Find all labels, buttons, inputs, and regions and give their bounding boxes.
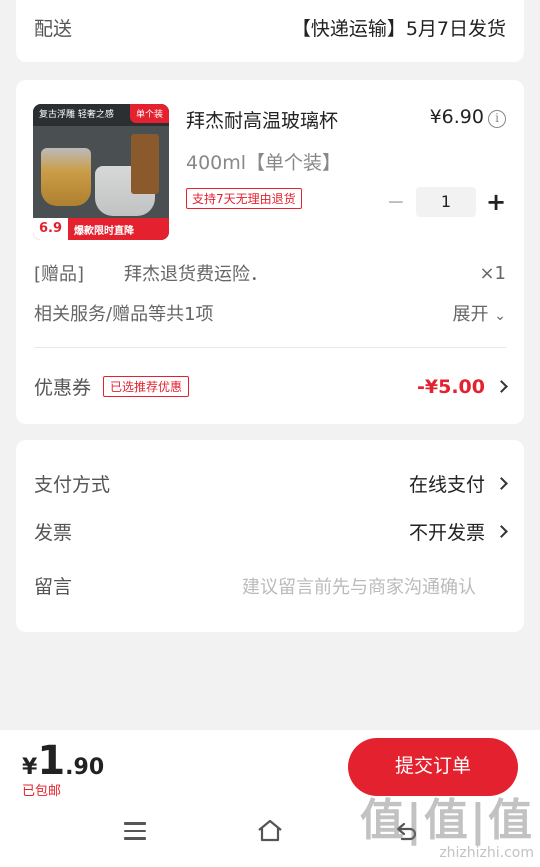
- invoice-value: 不开发票: [408, 522, 485, 544]
- message-input[interactable]: 建议留言前先与商家沟通确认: [242, 573, 476, 599]
- expand-label: 展开: [452, 304, 489, 325]
- gift-name: 拜杰退货费运险．: [124, 264, 268, 285]
- decrease-button[interactable]: −: [384, 190, 408, 215]
- invoice-label: 发票: [34, 522, 73, 544]
- product-image[interactable]: 复古浮雕 轻奢之感 单个装 6.9 爆款限时直降: [33, 104, 169, 240]
- gift-row: [赠品] 拜杰退货费运险． ×1: [34, 260, 506, 286]
- quantity-input[interactable]: 1: [416, 187, 476, 217]
- return-policy-badge: 支持7天无理由退货: [186, 188, 302, 209]
- menu-icon[interactable]: [124, 822, 146, 840]
- payment-card: 支付方式 在线支付 发票 不开发票 留言 建议留言前先与商家沟通确认: [16, 440, 524, 632]
- delivery-row[interactable]: 配送 【快递运输】5月7日发货: [34, 14, 506, 41]
- services-row[interactable]: 相关服务/赠品等共1项 展开 ⌄: [34, 300, 506, 326]
- product-title[interactable]: 拜杰耐高温玻璃杯: [186, 106, 338, 133]
- delivery-label: 配送: [34, 18, 73, 40]
- product-image-strip-text: 爆款限时直降: [74, 225, 135, 237]
- stand-illustration: [131, 134, 159, 194]
- product-image-price-strip: 6.9 爆款限时直降: [33, 218, 169, 240]
- product-image-corner-tag: 单个装: [129, 104, 169, 123]
- total-decimal: .90: [65, 755, 105, 780]
- increase-button[interactable]: +: [484, 188, 508, 216]
- quantity-stepper: − 1 +: [384, 187, 508, 217]
- payment-method-row[interactable]: 支付方式 在线支付: [34, 470, 508, 497]
- system-nav-bar: [0, 812, 540, 852]
- message-row: 留言 建议留言前先与商家沟通确认: [34, 572, 506, 599]
- coupon-tag: 已选推荐优惠: [103, 376, 190, 397]
- payment-method-value: 在线支付: [408, 474, 485, 496]
- total-price: ¥ 1 .90: [22, 738, 104, 784]
- bottom-bar: ¥ 1 .90 已包邮 提交订单: [0, 730, 540, 867]
- total-currency: ¥: [22, 755, 38, 780]
- free-shipping-label: 已包邮: [22, 784, 62, 799]
- product-spec: 400ml【单个装】: [186, 152, 342, 174]
- product-image-price: 6.9: [33, 218, 69, 240]
- delivery-value: 【快递运输】5月7日发货: [291, 18, 506, 40]
- message-label: 留言: [34, 576, 73, 598]
- chevron-down-icon: ⌄: [494, 308, 506, 324]
- product-card: 复古浮雕 轻奢之感 单个装 6.9 爆款限时直降 拜杰耐高温玻璃杯 ¥6.90 …: [16, 80, 524, 424]
- chevron-right-icon: [495, 525, 508, 538]
- chevron-right-icon: [495, 380, 508, 393]
- coupon-row[interactable]: 优惠券 已选推荐优惠 -¥5.00: [34, 373, 508, 400]
- payment-method-label: 支付方式: [34, 474, 111, 496]
- expand-button[interactable]: 展开 ⌄: [453, 300, 506, 326]
- coupon-label: 优惠券: [34, 377, 92, 399]
- glass-illustration: [41, 148, 91, 206]
- back-icon[interactable]: [392, 818, 420, 844]
- chevron-right-icon: [495, 477, 508, 490]
- gift-label: [赠品]: [34, 264, 85, 285]
- delivery-card: 配送 【快递运输】5月7日发货: [16, 0, 524, 62]
- total-integer: 1: [37, 738, 66, 784]
- info-icon[interactable]: i: [488, 110, 506, 128]
- home-icon[interactable]: [256, 818, 284, 844]
- coupon-value: -¥5.00: [417, 375, 485, 398]
- invoice-row[interactable]: 发票 不开发票: [34, 518, 508, 545]
- divider: [34, 347, 506, 348]
- services-label: 相关服务/赠品等共1项: [34, 304, 214, 325]
- gift-count: ×1: [479, 262, 506, 284]
- product-price: ¥6.90: [429, 106, 484, 128]
- submit-order-button[interactable]: 提交订单: [348, 738, 518, 796]
